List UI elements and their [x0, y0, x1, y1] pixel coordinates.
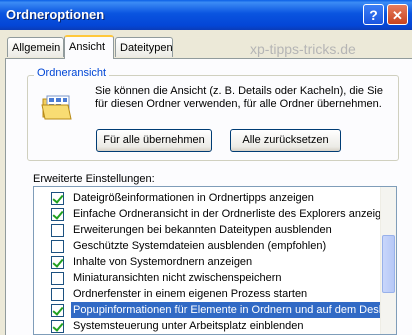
- apply-to-all-folders-button[interactable]: Für alle übernehmen: [96, 129, 212, 152]
- list-item[interactable]: Geschützte Systemdateien ausblenden (emp…: [34, 238, 386, 254]
- checkbox[interactable]: [51, 288, 64, 301]
- list-scrollbar[interactable]: [380, 187, 396, 334]
- checkbox[interactable]: [51, 272, 64, 285]
- folder-view-description: Sie können die Ansicht (z. B. Details od…: [95, 85, 383, 110]
- list-item[interactable]: Erweiterungen bei bekannten Dateitypen a…: [34, 222, 386, 238]
- tab-file-types[interactable]: Dateitypen: [115, 37, 173, 57]
- reset-all-folders-button[interactable]: Alle zurücksetzen: [230, 129, 341, 152]
- scrollbar-thumb[interactable]: [382, 235, 395, 293]
- watermark: xp-tipps-tricks.de: [250, 41, 356, 57]
- list-item[interactable]: Miniaturansichten nicht zwischenspeicher…: [34, 270, 386, 286]
- checkbox[interactable]: [51, 192, 64, 205]
- window-title: Ordneroptionen: [6, 7, 105, 22]
- folder-view-group-label: Ordneransicht: [34, 67, 110, 79]
- list-item[interactable]: Dateigrößeinformationen in Ordnertipps a…: [34, 190, 386, 206]
- tab-general[interactable]: Allgemein: [7, 37, 64, 57]
- list-item[interactable]: Inhalte von Systemordnern anzeigen: [34, 254, 386, 270]
- help-button[interactable]: ?: [363, 4, 384, 25]
- checkbox[interactable]: [51, 320, 64, 333]
- checkbox[interactable]: [51, 304, 64, 317]
- title-bar: Ordneroptionen ? ✕: [0, 0, 412, 30]
- checkbox[interactable]: [51, 240, 64, 253]
- close-button[interactable]: ✕: [387, 4, 408, 25]
- checkbox[interactable]: [51, 208, 64, 221]
- advanced-settings-list[interactable]: Dateigrößeinformationen in Ordnertipps a…: [33, 186, 397, 335]
- help-icon: ?: [369, 7, 378, 23]
- tab-view[interactable]: Ansicht: [64, 35, 114, 59]
- folder-view-icon: [41, 95, 72, 120]
- list-item[interactable]: Einfache Ordneransicht in der Ordnerlist…: [34, 206, 393, 222]
- list-item-selected[interactable]: Popupinformationen für Elemente in Ordne…: [34, 301, 396, 319]
- list-item[interactable]: Ordnerfenster in einem eigenen Prozess s…: [34, 286, 386, 302]
- checkbox[interactable]: [51, 256, 64, 269]
- close-icon: ✕: [392, 8, 403, 23]
- checkbox[interactable]: [51, 224, 64, 237]
- advanced-settings-label: Erweiterte Einstellungen:: [33, 173, 155, 185]
- list-item[interactable]: Systemsteuerung unter Arbeitsplatz einbl…: [34, 318, 386, 334]
